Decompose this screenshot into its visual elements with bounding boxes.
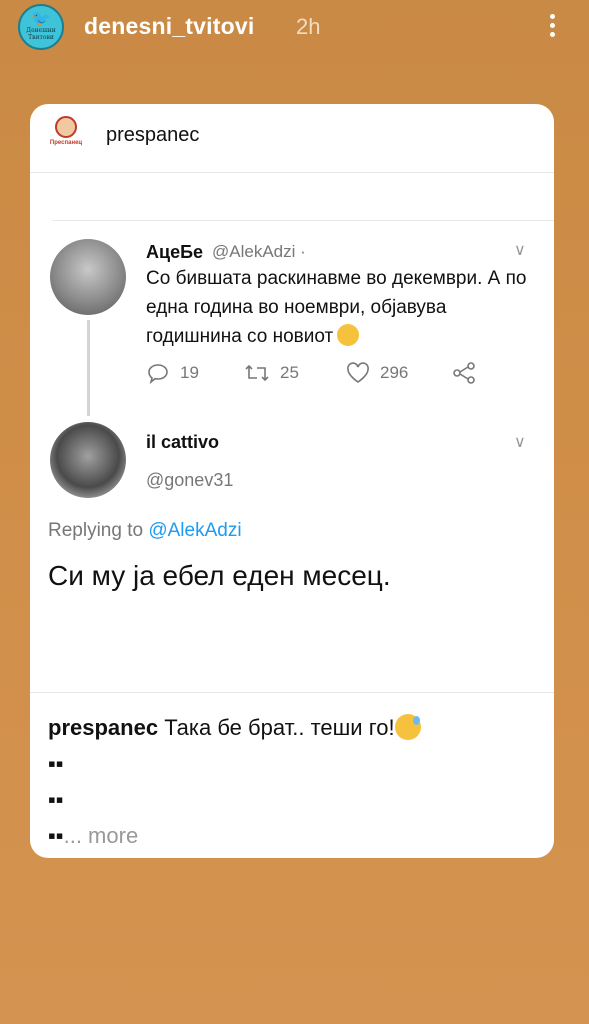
chevron-down-icon: ∨ — [514, 242, 526, 259]
post-username[interactable]: prespanec — [106, 124, 199, 147]
story-avatar[interactable]: 🐦 Денешни Твитови — [18, 4, 64, 50]
caption-username[interactable]: prespanec — [48, 715, 158, 740]
story-username[interactable]: denesni_tvitovi — [84, 13, 254, 40]
retweet-action: 25 — [244, 362, 299, 384]
more-options-icon[interactable] — [540, 10, 564, 44]
post-header: Преспанец prespanec — [30, 104, 554, 170]
story-header: 🐦 Денешни Твитови denesni_tvitovi 2h — [0, 0, 589, 56]
tweet2-handle: @gonev31 — [146, 470, 234, 490]
post-avatar[interactable]: Преспанец — [46, 116, 86, 156]
retweet-icon — [245, 364, 269, 382]
twitter-bird-icon: 🐦 — [31, 11, 51, 28]
post-avatar-text: Преспанец — [49, 140, 83, 146]
reply-action: 19 — [146, 362, 199, 384]
thread-line — [87, 320, 90, 416]
tweet1-actions: 19 25 296 — [146, 362, 526, 390]
thinking-emoji-icon — [337, 324, 360, 346]
story-timestamp: 2h — [296, 14, 321, 39]
tweet1-avatar — [50, 239, 126, 315]
tweet2-avatar — [50, 422, 126, 498]
sweat-smile-emoji-icon — [394, 714, 421, 740]
retweet-count: 25 — [280, 363, 299, 382]
story-avatar-text: Денешни Твитови — [26, 27, 56, 41]
caption-line: ▪▪ — [48, 751, 64, 776]
more-link[interactable]: ... more — [64, 823, 139, 848]
caption-text: Така бе брат.. теши го! — [164, 715, 395, 740]
tweet1-name: АцеБе — [146, 242, 204, 262]
replying-to: Replying to @AlekAdzi — [48, 520, 242, 541]
tweet1-text: Со бившата раскинавме во декември. А по … — [146, 268, 527, 347]
shared-post-card[interactable]: Преспанец prespanec АцеБе @AlekAdzi · ∨ … — [30, 104, 554, 858]
reply-icon — [148, 364, 168, 384]
post-caption[interactable]: prespanec Така бе брат.. теши го! ▪▪ ▪▪ … — [48, 710, 538, 854]
like-count: 296 — [380, 363, 409, 382]
post-image: АцеБе @AlekAdzi · ∨ Со бившата раскинавм… — [30, 172, 554, 693]
divider — [30, 692, 554, 693]
avatar-face-icon — [55, 116, 77, 138]
caption-line: ▪▪ — [48, 823, 64, 848]
divider — [30, 172, 554, 173]
tweet2-name: il cattivo — [146, 432, 220, 452]
chevron-down-icon: ∨ — [514, 434, 526, 451]
caption-line: ▪▪ — [48, 787, 64, 812]
share-action — [452, 362, 486, 384]
heart-icon — [347, 362, 369, 383]
like-action: 296 — [346, 362, 408, 384]
divider — [52, 220, 554, 221]
tweet1-handle: @AlekAdzi · — [212, 242, 306, 261]
reply-count: 19 — [180, 363, 199, 382]
tweet2-text: Си му ја ебел еден месец. — [48, 560, 391, 591]
share-icon — [453, 362, 475, 384]
